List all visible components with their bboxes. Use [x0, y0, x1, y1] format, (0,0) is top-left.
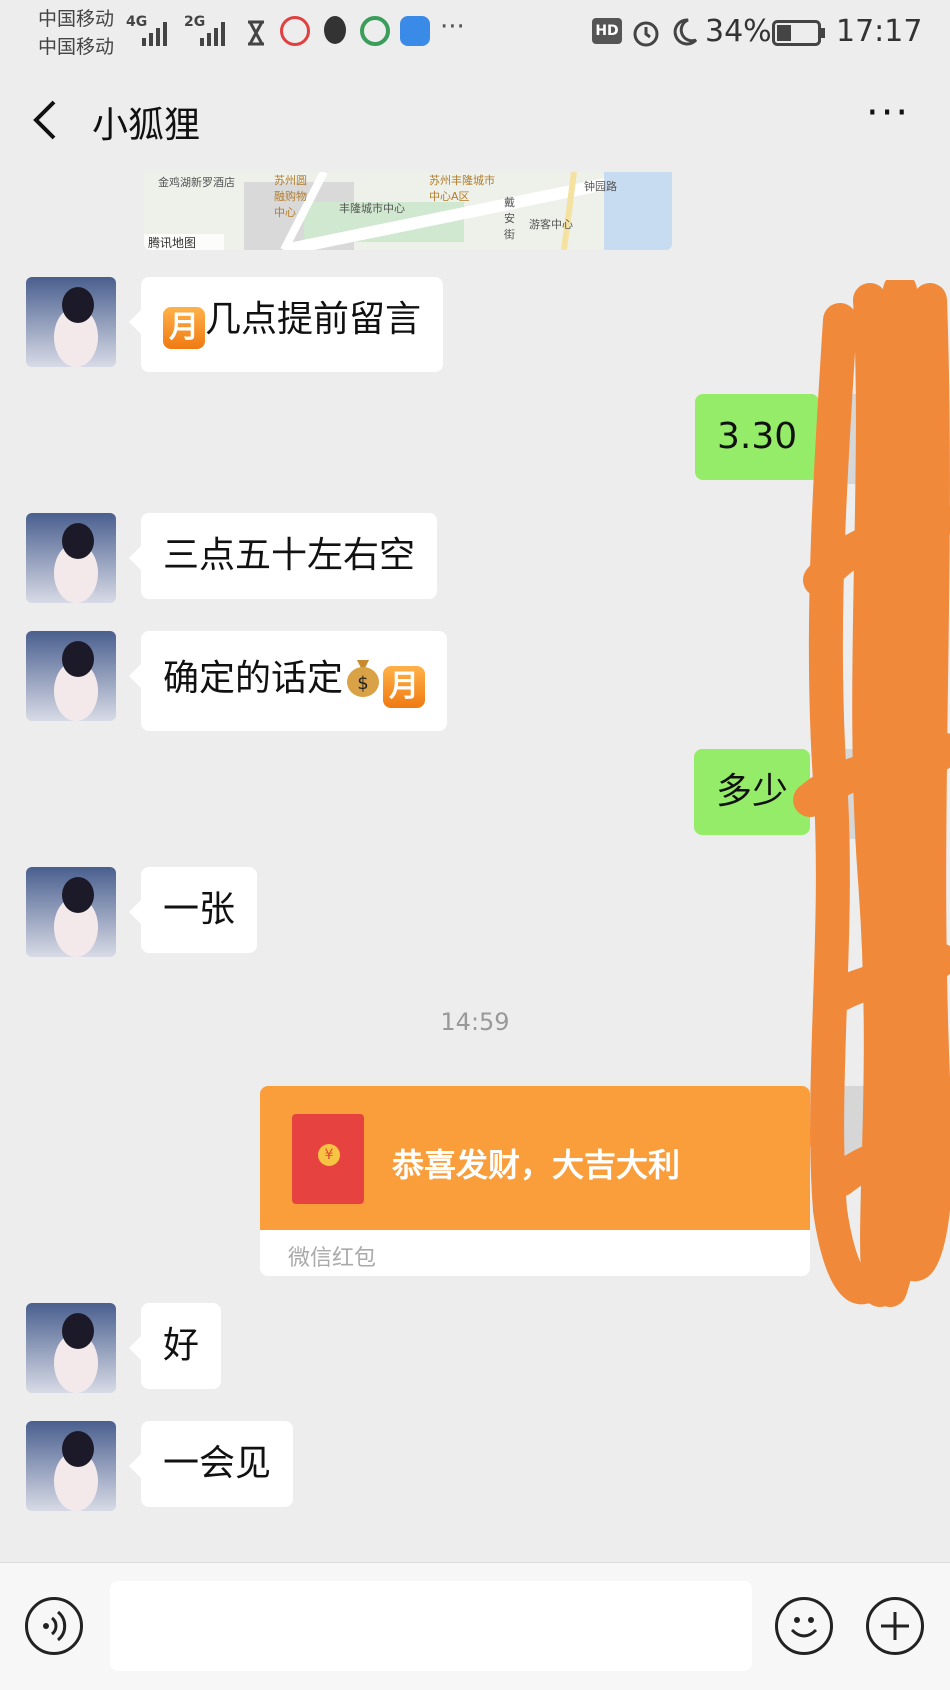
map-label: 丰隆城市中心 — [339, 202, 405, 215]
emoji-icon[interactable] — [775, 1597, 833, 1655]
my-avatar[interactable] — [832, 394, 892, 484]
location-map-preview[interactable]: 金鸡湖新罗酒店 苏州圆融购物中心 苏州丰隆城市中心A区 丰隆城市中心 钟园路 游… — [144, 172, 672, 250]
message-bubble[interactable]: 多少 — [694, 749, 823, 835]
avatar[interactable] — [26, 1421, 116, 1511]
message-text: 几点提前留言 — [205, 299, 422, 340]
hd-badge: HD — [592, 18, 622, 44]
map-label: 苏州丰隆城市中心A区 — [429, 174, 495, 203]
message-bubble[interactable]: 一张 — [128, 867, 258, 953]
my-avatar[interactable] — [832, 1086, 892, 1176]
carrier-1: 中国移动 — [38, 8, 115, 30]
signal-icon — [200, 22, 225, 46]
avatar[interactable] — [26, 631, 116, 721]
red-packet-title: 恭喜发财，大吉大利 — [392, 1146, 681, 1184]
map-label: 苏州圆融购物中心 — [274, 174, 307, 219]
map-label: 钟园路 — [584, 180, 617, 193]
month-emoji-icon: 月 — [163, 307, 205, 349]
red-packet-header: ¥ 恭喜发财，大吉大利 — [260, 1086, 810, 1230]
bubble-tail — [808, 1124, 820, 1148]
message-bubble[interactable]: 一会见 — [128, 1421, 294, 1507]
weibo-app-icon — [280, 16, 310, 46]
my-avatar[interactable] — [832, 749, 892, 839]
avatar[interactable] — [26, 277, 116, 367]
avatar[interactable] — [26, 867, 116, 957]
svg-text:$: $ — [357, 673, 368, 694]
back-arrow-icon[interactable] — [30, 98, 60, 142]
input-bar — [0, 1562, 950, 1690]
message-bubble[interactable]: 好 — [128, 1303, 222, 1389]
message-text: 3.30 — [717, 416, 798, 457]
moon-icon — [673, 18, 698, 46]
status-bar: 中国移动 中国移动 4G 2G ··· HD 34% 17:17 — [0, 0, 950, 68]
message-text: 一张 — [163, 889, 236, 930]
more-notifications-icon: ··· — [440, 12, 465, 42]
message-text: 多少 — [716, 771, 789, 812]
message-text: 三点五十左右空 — [163, 535, 416, 576]
message-text: 一会见 — [163, 1443, 272, 1484]
map-attribution: 腾讯地图 — [148, 236, 197, 250]
message-text: 好 — [163, 1325, 200, 1366]
signal-icon — [142, 22, 167, 46]
message-bubble[interactable]: 月几点提前留言 — [128, 277, 444, 372]
coin-icon: ¥ — [318, 1144, 340, 1166]
red-packet-footer: 微信红包 — [288, 1246, 377, 1271]
clock: 17:17 — [836, 14, 923, 49]
red-envelope-icon: ¥ — [292, 1114, 364, 1204]
alarm-icon — [633, 21, 659, 47]
message-bubble[interactable]: 确定的话定 $ 月 — [128, 631, 448, 731]
more-icon[interactable]: ··· — [866, 90, 910, 136]
qq-penguin-icon — [324, 16, 346, 44]
message-input[interactable] — [110, 1581, 752, 1671]
money-bag-icon: $ — [347, 660, 380, 697]
timestamp: 14:59 — [440, 1008, 510, 1036]
message-bubble[interactable]: 三点五十左右空 — [128, 513, 438, 599]
avatar[interactable] — [26, 1303, 116, 1393]
voice-icon[interactable] — [25, 1597, 83, 1655]
month-emoji-icon: 月 — [383, 666, 426, 708]
message-text: 确定的话定 — [163, 658, 344, 699]
avatar[interactable] — [26, 513, 116, 603]
browser-app-icon — [360, 16, 390, 46]
battery-icon — [772, 20, 825, 46]
chat-header: 小狐狸 ··· — [0, 68, 950, 172]
hourglass-icon — [248, 20, 264, 46]
message-bubble[interactable]: 3.30 — [695, 394, 832, 480]
red-packet-card[interactable]: ¥ 恭喜发财，大吉大利 微信红包 — [260, 1086, 810, 1276]
carrier-2: 中国移动 — [38, 36, 115, 58]
map-label: 游客中心 — [529, 218, 573, 231]
chat-title: 小狐狸 — [92, 105, 201, 146]
app-icon — [400, 16, 430, 46]
map-label: 戴安街 — [504, 196, 515, 241]
battery-percent: 34% — [705, 14, 772, 49]
plus-icon[interactable] — [866, 1597, 924, 1655]
map-label: 金鸡湖新罗酒店 — [158, 176, 235, 189]
